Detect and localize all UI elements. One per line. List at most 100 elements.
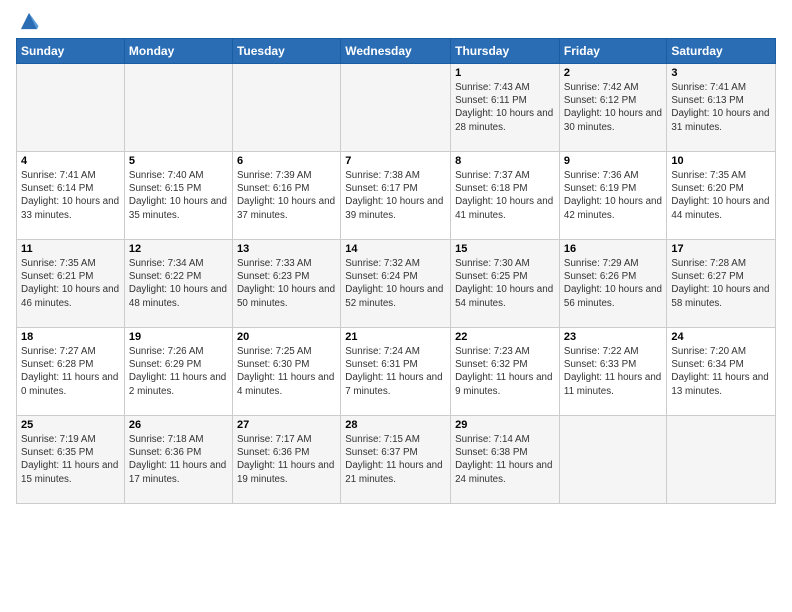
day-number: 21: [345, 331, 446, 343]
calendar-cell: [17, 64, 125, 152]
day-info: Sunrise: 7:17 AMSunset: 6:36 PMDaylight:…: [237, 433, 336, 486]
day-number: 5: [129, 155, 228, 167]
weekday-header-monday: Monday: [124, 39, 232, 64]
day-info: Sunrise: 7:33 AMSunset: 6:23 PMDaylight:…: [237, 257, 336, 310]
day-info: Sunrise: 7:41 AMSunset: 6:13 PMDaylight:…: [671, 81, 771, 134]
calendar-cell: 23 Sunrise: 7:22 AMSunset: 6:33 PMDayligh…: [559, 328, 666, 416]
day-number: 13: [237, 243, 336, 255]
day-info: Sunrise: 7:35 AMSunset: 6:21 PMDaylight:…: [21, 257, 120, 310]
calendar-cell: 3 Sunrise: 7:41 AMSunset: 6:13 PMDaylight…: [667, 64, 776, 152]
weekday-header-saturday: Saturday: [667, 39, 776, 64]
day-number: 4: [21, 155, 120, 167]
calendar-cell: 20 Sunrise: 7:25 AMSunset: 6:30 PMDayligh…: [232, 328, 340, 416]
day-number: 22: [455, 331, 555, 343]
calendar-cell: 16 Sunrise: 7:29 AMSunset: 6:26 PMDayligh…: [559, 240, 666, 328]
weekday-header-friday: Friday: [559, 39, 666, 64]
day-info: Sunrise: 7:25 AMSunset: 6:30 PMDaylight:…: [237, 345, 336, 398]
day-number: 6: [237, 155, 336, 167]
day-number: 23: [564, 331, 662, 343]
calendar-week-1: 1 Sunrise: 7:43 AMSunset: 6:11 PMDaylight…: [17, 64, 776, 152]
day-number: 2: [564, 67, 662, 79]
day-number: 18: [21, 331, 120, 343]
day-number: 8: [455, 155, 555, 167]
day-info: Sunrise: 7:35 AMSunset: 6:20 PMDaylight:…: [671, 169, 771, 222]
calendar-cell: [341, 64, 451, 152]
calendar-cell: 2 Sunrise: 7:42 AMSunset: 6:12 PMDaylight…: [559, 64, 666, 152]
calendar-cell: 5Sunrise: 7:40 AMSunset: 6:15 PMDaylight…: [124, 152, 232, 240]
day-number: 27: [237, 419, 336, 431]
day-info: Sunrise: 7:14 AMSunset: 6:38 PMDaylight:…: [455, 433, 555, 486]
calendar-cell: 11Sunrise: 7:35 AMSunset: 6:21 PMDayligh…: [17, 240, 125, 328]
weekday-header-wednesday: Wednesday: [341, 39, 451, 64]
calendar-cell: [667, 416, 776, 504]
day-number: 26: [129, 419, 228, 431]
calendar-week-5: 25 Sunrise: 7:19 AMSunset: 6:35 PMDayligh…: [17, 416, 776, 504]
day-number: 1: [455, 67, 555, 79]
page: SundayMondayTuesdayWednesdayThursdayFrid…: [0, 0, 792, 612]
day-number: 24: [671, 331, 771, 343]
calendar-cell: [124, 64, 232, 152]
calendar-cell: 27 Sunrise: 7:17 AMSunset: 6:36 PMDayligh…: [232, 416, 340, 504]
day-info: Sunrise: 7:30 AMSunset: 6:25 PMDaylight:…: [455, 257, 555, 310]
logo: [16, 10, 44, 32]
day-number: 28: [345, 419, 446, 431]
calendar-cell: 19 Sunrise: 7:26 AMSunset: 6:29 PMDayligh…: [124, 328, 232, 416]
calendar-cell: 22 Sunrise: 7:23 AMSunset: 6:32 PMDayligh…: [451, 328, 560, 416]
day-number: 16: [564, 243, 662, 255]
weekday-header-tuesday: Tuesday: [232, 39, 340, 64]
calendar-cell: 7Sunrise: 7:38 AMSunset: 6:17 PMDaylight…: [341, 152, 451, 240]
calendar-week-2: 4 Sunrise: 7:41 AMSunset: 6:14 PMDaylight…: [17, 152, 776, 240]
day-info: Sunrise: 7:18 AMSunset: 6:36 PMDaylight:…: [129, 433, 228, 486]
day-number: 3: [671, 67, 771, 79]
calendar-header-row: SundayMondayTuesdayWednesdayThursdayFrid…: [17, 39, 776, 64]
calendar-cell: 9 Sunrise: 7:36 AMSunset: 6:19 PMDaylight…: [559, 152, 666, 240]
calendar-cell: 18 Sunrise: 7:27 AMSunset: 6:28 PMDayligh…: [17, 328, 125, 416]
calendar-cell: 17 Sunrise: 7:28 AMSunset: 6:27 PMDayligh…: [667, 240, 776, 328]
day-number: 15: [455, 243, 555, 255]
day-info: Sunrise: 7:32 AMSunset: 6:24 PMDaylight:…: [345, 257, 446, 310]
weekday-header-sunday: Sunday: [17, 39, 125, 64]
day-info: Sunrise: 7:41 AMSunset: 6:14 PMDaylight:…: [21, 169, 120, 222]
calendar-cell: 28 Sunrise: 7:15 AMSunset: 6:37 PMDayligh…: [341, 416, 451, 504]
day-number: 9: [564, 155, 662, 167]
day-number: 10: [671, 155, 771, 167]
calendar-cell: 26 Sunrise: 7:18 AMSunset: 6:36 PMDayligh…: [124, 416, 232, 504]
day-info: Sunrise: 7:38 AMSunset: 6:17 PMDaylight:…: [345, 169, 446, 222]
day-info: Sunrise: 7:19 AMSunset: 6:35 PMDaylight:…: [21, 433, 120, 486]
logo-icon: [18, 10, 40, 32]
day-info: Sunrise: 7:15 AMSunset: 6:37 PMDaylight:…: [345, 433, 446, 486]
calendar-cell: 8 Sunrise: 7:37 AMSunset: 6:18 PMDaylight…: [451, 152, 560, 240]
day-info: Sunrise: 7:22 AMSunset: 6:33 PMDaylight:…: [564, 345, 662, 398]
day-number: 20: [237, 331, 336, 343]
day-info: Sunrise: 7:36 AMSunset: 6:19 PMDaylight:…: [564, 169, 662, 222]
day-info: Sunrise: 7:27 AMSunset: 6:28 PMDaylight:…: [21, 345, 120, 398]
calendar-cell: 4 Sunrise: 7:41 AMSunset: 6:14 PMDaylight…: [17, 152, 125, 240]
day-info: Sunrise: 7:26 AMSunset: 6:29 PMDaylight:…: [129, 345, 228, 398]
calendar-week-3: 11Sunrise: 7:35 AMSunset: 6:21 PMDayligh…: [17, 240, 776, 328]
day-info: Sunrise: 7:37 AMSunset: 6:18 PMDaylight:…: [455, 169, 555, 222]
day-number: 19: [129, 331, 228, 343]
calendar-week-4: 18 Sunrise: 7:27 AMSunset: 6:28 PMDayligh…: [17, 328, 776, 416]
day-number: 25: [21, 419, 120, 431]
day-info: Sunrise: 7:24 AMSunset: 6:31 PMDaylight:…: [345, 345, 446, 398]
calendar-cell: 1 Sunrise: 7:43 AMSunset: 6:11 PMDaylight…: [451, 64, 560, 152]
day-info: Sunrise: 7:43 AMSunset: 6:11 PMDaylight:…: [455, 81, 555, 134]
calendar-cell: 15 Sunrise: 7:30 AMSunset: 6:25 PMDayligh…: [451, 240, 560, 328]
day-number: 12: [129, 243, 228, 255]
day-info: Sunrise: 7:29 AMSunset: 6:26 PMDaylight:…: [564, 257, 662, 310]
day-info: Sunrise: 7:20 AMSunset: 6:34 PMDaylight:…: [671, 345, 771, 398]
calendar-cell: 21 Sunrise: 7:24 AMSunset: 6:31 PMDayligh…: [341, 328, 451, 416]
header: [16, 10, 776, 32]
day-info: Sunrise: 7:34 AMSunset: 6:22 PMDaylight:…: [129, 257, 228, 310]
day-info: Sunrise: 7:28 AMSunset: 6:27 PMDaylight:…: [671, 257, 771, 310]
calendar-cell: 24 Sunrise: 7:20 AMSunset: 6:34 PMDayligh…: [667, 328, 776, 416]
day-number: 17: [671, 243, 771, 255]
day-info: Sunrise: 7:23 AMSunset: 6:32 PMDaylight:…: [455, 345, 555, 398]
day-info: Sunrise: 7:39 AMSunset: 6:16 PMDaylight:…: [237, 169, 336, 222]
day-number: 14: [345, 243, 446, 255]
calendar-cell: 13 Sunrise: 7:33 AMSunset: 6:23 PMDayligh…: [232, 240, 340, 328]
calendar-cell: 12 Sunrise: 7:34 AMSunset: 6:22 PMDayligh…: [124, 240, 232, 328]
calendar-cell: 25 Sunrise: 7:19 AMSunset: 6:35 PMDayligh…: [17, 416, 125, 504]
day-number: 29: [455, 419, 555, 431]
day-info: Sunrise: 7:42 AMSunset: 6:12 PMDaylight:…: [564, 81, 662, 134]
